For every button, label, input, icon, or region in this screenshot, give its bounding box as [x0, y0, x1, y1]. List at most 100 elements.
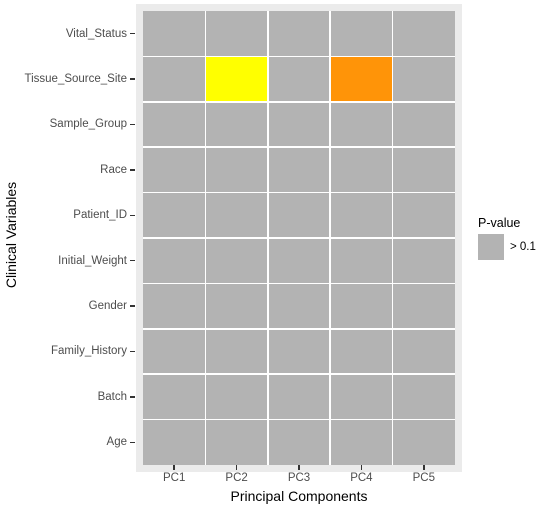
y-axis-tick-mark: [130, 32, 135, 35]
heatmap-cell: [205, 11, 268, 57]
heatmap-cell: [330, 192, 393, 238]
grid-line-horizontal: [143, 101, 455, 103]
heatmap-cell: [330, 56, 393, 102]
legend-title: P-value: [478, 216, 521, 230]
x-axis-tick-label: PC4: [350, 472, 373, 484]
y-axis-tick-mark: [130, 396, 135, 398]
y-axis-tick-mark: [130, 259, 135, 262]
heatmap-cell: [267, 374, 331, 420]
heatmap-cell: [392, 101, 455, 148]
heatmap-cell: [330, 238, 393, 284]
x-axis-tick-mark: [173, 465, 175, 470]
heatmap-cell: [330, 101, 393, 148]
y-axis-tick: Initial_Weight: [58, 238, 135, 283]
heatmap-cell: [205, 147, 268, 193]
x-axis-tick: PC5: [399, 465, 449, 484]
heatmap-cell: [330, 419, 393, 465]
heatmap-cell: [205, 328, 268, 375]
x-axis-tick-mark: [235, 465, 238, 470]
x-axis-tick: PC1: [149, 465, 199, 484]
grid-line-horizontal: [143, 282, 455, 285]
y-axis-tick-mark: [130, 350, 135, 353]
y-axis-title: Clinical Variables: [0, 0, 22, 470]
y-axis-tick-label: Tissue_Source_Site: [24, 73, 128, 86]
y-axis-tick-label: Vital_Status: [65, 27, 127, 40]
x-axis-tick-label: PC2: [225, 472, 248, 484]
heatmap-cell: [267, 192, 331, 238]
heatmap-cell: [392, 147, 455, 193]
x-axis-tick-label: PC1: [163, 472, 186, 484]
heatmap-cell: [143, 419, 206, 465]
heatmap-cell: [330, 374, 393, 420]
heatmap-cell: [143, 238, 206, 284]
y-axis-tick: Tissue_Source_Site: [24, 56, 135, 101]
legend-swatch: [478, 234, 504, 260]
y-axis-title-text: Clinical Variables: [3, 181, 19, 289]
heatmap-cell: [205, 283, 268, 329]
heatmap-cell: [205, 374, 268, 420]
legend: P-value > 0.1: [478, 216, 554, 260]
y-axis-tick: Gender: [89, 283, 135, 328]
y-axis-tick-mark: [130, 169, 135, 171]
y-axis-tick-labels: Vital_Status Tissue_Source_Site Sample_Gro…: [22, 11, 135, 465]
heatmap-cell: [205, 56, 268, 102]
legend-item: > 0.1: [478, 234, 554, 260]
x-axis-tick-mark: [360, 465, 363, 470]
x-axis-tick-mark: [423, 465, 425, 470]
y-axis-tick-mark: [130, 123, 135, 126]
y-axis-tick-label: Race: [100, 163, 127, 176]
heatmap-cell: [392, 11, 455, 57]
y-axis-tick-label: Batch: [97, 390, 127, 403]
heatmap-cell: [205, 192, 268, 238]
x-axis-tick-mark: [298, 465, 300, 470]
y-axis-tick: Family_History: [51, 329, 135, 374]
heatmap-cell: [392, 374, 455, 420]
heatmap-cell: [143, 283, 206, 329]
grid-line-horizontal: [143, 328, 455, 330]
heatmap-cell: [143, 192, 206, 238]
heatmap-cell: [267, 11, 331, 57]
y-axis-tick-label: Initial_Weight: [58, 254, 127, 267]
grid-line-horizontal: [143, 373, 455, 375]
y-axis-tick-label: Family_History: [50, 345, 127, 358]
x-axis-tick-label: PC3: [287, 472, 311, 484]
heatmap-cell: [267, 101, 331, 148]
y-axis-tick-mark: [130, 441, 135, 444]
x-axis-tick-labels: PC1 PC2 PC3 PC4 PC5: [143, 465, 455, 487]
heatmap-cell: [143, 11, 206, 57]
legend-label: > 0.1: [510, 241, 536, 253]
y-axis-tick: Patient_ID: [73, 193, 135, 238]
heatmap-cell: [143, 147, 206, 193]
heatmap-cell: [143, 374, 206, 420]
heatmap-cell: [330, 283, 393, 329]
heatmap-cell: [392, 328, 455, 375]
y-axis-tick: Race: [100, 147, 135, 192]
y-axis-tick-label: Patient_ID: [73, 209, 127, 222]
heatmap-cell: [267, 147, 331, 193]
x-axis-title: Principal Components: [230, 488, 368, 504]
y-axis-tick-label: Age: [106, 436, 127, 449]
x-axis-tick: PC4: [336, 465, 386, 484]
heatmap-cell: [330, 328, 393, 375]
y-axis-tick: Vital_Status: [66, 11, 135, 56]
y-axis-tick: Batch: [98, 374, 135, 419]
heatmap-cell: [392, 192, 455, 238]
x-axis-tick: PC3: [274, 465, 324, 484]
heatmap-cell: [392, 238, 455, 284]
grid-line-horizontal: [143, 418, 455, 421]
y-axis-tick-mark: [130, 305, 135, 307]
grid-line-horizontal: [143, 55, 455, 58]
legend-items: > 0.1: [478, 234, 554, 260]
heatmap-cell: [267, 238, 331, 284]
y-axis-tick: Sample_Group: [50, 102, 135, 147]
grid-line-horizontal: [143, 237, 455, 239]
heatmap-cell: [143, 101, 206, 148]
y-axis-tick-label: Sample_Group: [49, 118, 127, 131]
heatmap-cell: [143, 56, 206, 102]
heatmap-cell: [205, 101, 268, 148]
grid-line-horizontal: [143, 191, 455, 194]
heatmap-cell: [205, 419, 268, 465]
heatmap-cell: [267, 283, 331, 329]
heatmap-cell: [392, 283, 455, 329]
heatmap-cell: [267, 328, 331, 375]
